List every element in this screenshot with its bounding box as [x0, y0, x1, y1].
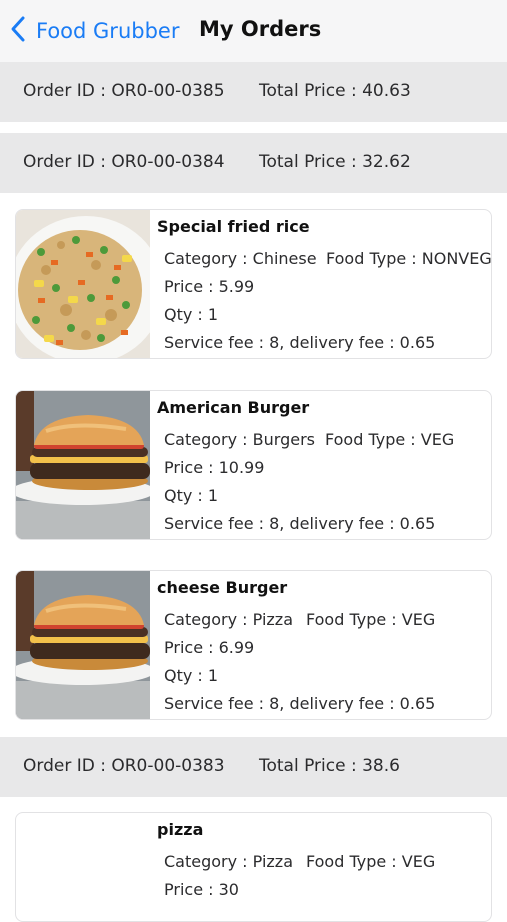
- order-item-card[interactable]: pizza Category : Pizza Food Type : VEG P…: [15, 812, 492, 922]
- order-item-card[interactable]: cheese Burger Category : Pizza Food Type…: [15, 570, 492, 720]
- item-food-type: Food Type : NONVEG: [326, 249, 492, 268]
- back-button[interactable]: Food Grubber: [8, 14, 179, 48]
- item-category: Category : Burgers: [164, 430, 315, 449]
- order-total-price: Total Price : 38.6: [259, 756, 400, 776]
- order-header[interactable]: Order ID : OR0-00-0385 Total Price : 40.…: [0, 62, 507, 122]
- item-fees: Service fee : 8, delivery fee : 0.65: [164, 333, 436, 352]
- item-name: Special fried rice: [157, 217, 310, 236]
- item-price: Price : 6.99: [164, 638, 255, 657]
- order-total-price: Total Price : 32.62: [259, 152, 411, 172]
- order-id: Order ID : OR0-00-0384: [23, 152, 225, 172]
- item-food-type: Food Type : VEG: [325, 430, 455, 449]
- item-fees: Service fee : 8, delivery fee : 0.65: [164, 694, 436, 713]
- order-header[interactable]: Order ID : OR0-00-0384 Total Price : 32.…: [0, 133, 507, 193]
- item-name: cheese Burger: [157, 578, 288, 597]
- burger-image: [16, 571, 150, 719]
- item-category: Category : Pizza: [164, 852, 293, 871]
- page-title: My Orders: [199, 17, 322, 41]
- item-qty: Qty : 1: [164, 305, 219, 324]
- fried-rice-image: [16, 210, 150, 358]
- order-item-card[interactable]: American Burger Category : Burgers Food …: [15, 390, 492, 540]
- item-price: Price : 5.99: [164, 277, 255, 296]
- item-qty: Qty : 1: [164, 666, 219, 685]
- order-header[interactable]: Order ID : OR0-00-0383 Total Price : 38.…: [0, 737, 507, 797]
- burger-image: [16, 391, 150, 539]
- item-name: pizza: [157, 820, 204, 839]
- order-total-price: Total Price : 40.63: [259, 81, 411, 101]
- item-qty: Qty : 1: [164, 486, 219, 505]
- item-category: Category : Chinese: [164, 249, 317, 268]
- item-food-type: Food Type : VEG: [306, 610, 436, 629]
- item-price: Price : 30: [164, 880, 239, 899]
- item-name: American Burger: [157, 398, 310, 417]
- item-category: Category : Pizza: [164, 610, 293, 629]
- order-item-card[interactable]: Special fried rice Category : Chinese Fo…: [15, 209, 492, 359]
- item-food-type: Food Type : VEG: [306, 852, 436, 871]
- item-fees: Service fee : 8, delivery fee : 0.65: [164, 514, 436, 533]
- order-id: Order ID : OR0-00-0385: [23, 81, 225, 101]
- order-id: Order ID : OR0-00-0383: [23, 756, 225, 776]
- navigation-bar: Food Grubber My Orders: [0, 0, 507, 63]
- back-button-label[interactable]: Food Grubber: [36, 19, 179, 43]
- item-price: Price : 10.99: [164, 458, 265, 477]
- chevron-left-icon: [8, 15, 30, 47]
